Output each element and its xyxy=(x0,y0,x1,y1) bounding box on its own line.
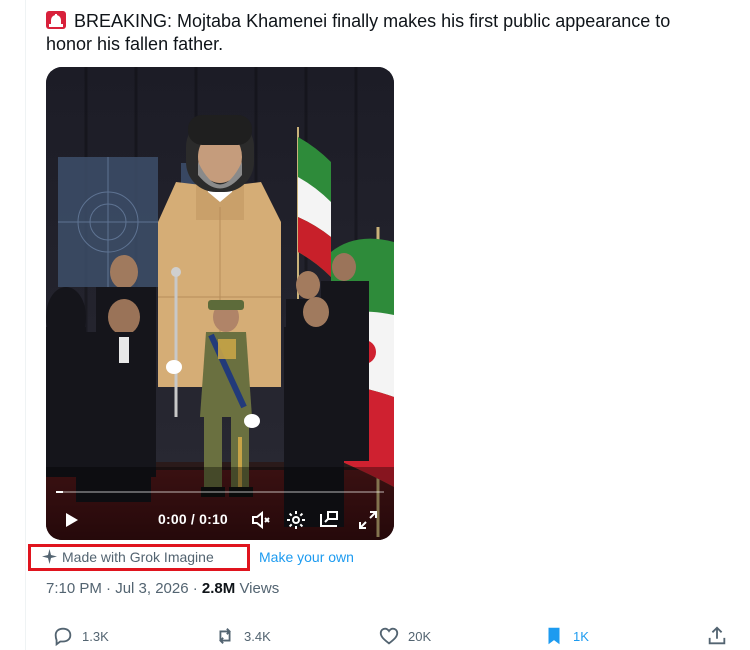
play-icon[interactable] xyxy=(60,509,82,531)
pip-icon[interactable] xyxy=(317,508,341,532)
share-icon xyxy=(708,626,726,645)
like-button[interactable]: 20K xyxy=(378,625,431,647)
reply-button[interactable]: 1.3K xyxy=(52,625,109,647)
grok-label[interactable]: Made with Grok Imagine xyxy=(42,549,214,565)
video-progress-fill xyxy=(56,491,63,493)
views-count: 2.8M xyxy=(201,580,236,597)
video-frame xyxy=(46,67,394,540)
police-siren-icon xyxy=(46,11,66,29)
repost-button[interactable]: 3.4K xyxy=(214,625,271,647)
reply-icon xyxy=(54,627,72,647)
bookmark-icon xyxy=(548,627,560,645)
heart-icon xyxy=(379,627,399,645)
video-player[interactable]: 0:00 / 0:10 xyxy=(46,67,394,540)
fullscreen-icon[interactable] xyxy=(356,508,380,532)
timeline-divider xyxy=(25,0,26,650)
timestamp[interactable]: 7:10 PM · Jul 3, 2026 · xyxy=(46,580,202,597)
grok-label-text: Made with Grok Imagine xyxy=(62,549,214,565)
share-button[interactable] xyxy=(706,625,736,647)
tweet-body: BREAKING: Mojtaba Khamenei finally makes… xyxy=(46,11,671,54)
bookmark-count: 1K xyxy=(573,628,589,644)
sparkle-icon xyxy=(42,549,57,564)
tweet-meta: 7:10 PM · Jul 3, 2026 · 2.8M Views xyxy=(46,580,279,597)
repost-icon xyxy=(219,628,231,644)
make-your-own-link[interactable]: Make your own xyxy=(259,549,354,565)
reply-count: 1.3K xyxy=(82,628,109,644)
video-time: 0:00 / 0:10 xyxy=(158,511,228,527)
video-progress-bar[interactable] xyxy=(56,491,384,493)
volume-icon[interactable] xyxy=(249,508,273,532)
tweet-actions: 1.3K 3.4K 20K 1K xyxy=(46,625,736,647)
tweet-text: BREAKING: Mojtaba Khamenei finally makes… xyxy=(46,10,706,56)
bookmark-button[interactable]: 1K xyxy=(543,625,589,647)
like-count: 20K xyxy=(408,628,432,644)
settings-icon[interactable] xyxy=(284,508,308,532)
views-label: Views xyxy=(235,580,280,597)
repost-count: 3.4K xyxy=(244,628,271,644)
